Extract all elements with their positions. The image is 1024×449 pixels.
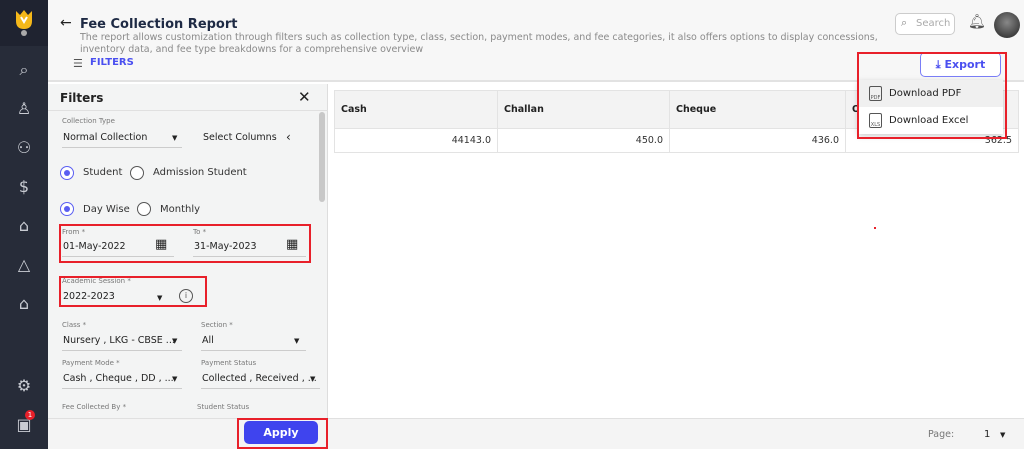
payment-status-select[interactable]: Collected , Received , ... [202,373,317,384]
footer-bar [48,418,1024,449]
chevron-down-icon: ▼ [172,375,178,383]
table-cell: 450.0 [497,128,670,153]
fee-collected-by-label: Fee Collected By * [62,403,127,411]
radio-student-label: Student [83,167,123,178]
highlight-session [59,276,207,307]
highlight-date-range [59,224,311,263]
search-icon: ⌕ [901,16,908,29]
table-cell: 436.0 [669,128,846,153]
payment-mode-select[interactable]: Cash , Cheque , DD , ... [63,373,174,384]
highlight-export [857,52,1007,139]
logo[interactable] [0,0,48,46]
sidebar: ⌕ ♙ ⚇ $ ⌂ △ ⌂ ⚙ ▣ 1 [0,0,48,449]
close-icon[interactable]: ✕ [298,88,311,106]
collection-type-select[interactable]: Normal Collection [63,132,147,143]
student-status-label: Student Status [197,403,250,411]
class-label: Class * [62,321,87,329]
scrollbar[interactable] [319,112,325,202]
bell-icon[interactable]: 🔔︎ [968,14,986,30]
chevron-down-icon: ▼ [172,134,178,142]
radio-admission-student-label: Admission Student [153,167,247,178]
filter-icon[interactable]: ☰ [73,57,83,70]
radio-day-wise-label: Day Wise [83,204,130,215]
column-header: Challan [497,90,670,129]
network-icon[interactable]: △ [14,255,34,275]
radio-day-wise[interactable] [60,202,74,216]
page-description: The report allows customization through … [80,32,878,55]
radio-admission-student[interactable] [130,166,144,180]
class-select[interactable]: Nursery , LKG - CBSE ... [63,335,175,346]
payment-status-label: Payment Status [201,359,257,367]
page-select[interactable]: 1 [984,429,990,440]
red-dot [874,227,876,229]
column-header: Cash [334,90,498,129]
select-columns-button[interactable]: Select Columns [203,132,277,143]
filters-link[interactable]: FILTERS [90,57,134,68]
chevron-down-icon: ▼ [1000,431,1006,439]
search-icon[interactable]: ⌕ [14,60,34,80]
page-title: Fee Collection Report [80,17,238,32]
payment-mode-label: Payment Mode * [62,359,120,367]
back-arrow-icon[interactable]: ← [60,15,72,31]
chevron-down-icon: ▼ [172,337,178,345]
highlight-apply [237,418,328,449]
filters-title: Filters [60,91,104,105]
building-icon[interactable]: ⌂ [14,216,34,236]
section-select[interactable]: All [202,335,214,346]
users-icon[interactable]: ⚇ [14,138,34,158]
chevron-left-icon[interactable]: ‹ [286,130,291,144]
column-header: Cheque [669,90,846,129]
radio-monthly-label: Monthly [160,204,201,215]
chevron-down-icon: ▼ [310,375,316,383]
avatar[interactable] [994,12,1020,38]
page-label: Page: [928,429,955,440]
student-icon[interactable]: ♙ [14,99,34,119]
dollar-icon[interactable]: $ [14,177,34,197]
logo-icon [16,10,32,36]
table-cell: 44143.0 [334,128,498,153]
graduation-icon[interactable]: ⌂ [14,294,34,314]
notification-badge: 1 [25,410,35,420]
settings-icon[interactable]: ⚙ [14,376,34,396]
radio-student[interactable] [60,166,74,180]
section-label: Section * [201,321,233,329]
radio-monthly[interactable] [137,202,151,216]
collection-type-label: Collection Type [62,117,115,125]
chevron-down-icon: ▼ [294,337,300,345]
